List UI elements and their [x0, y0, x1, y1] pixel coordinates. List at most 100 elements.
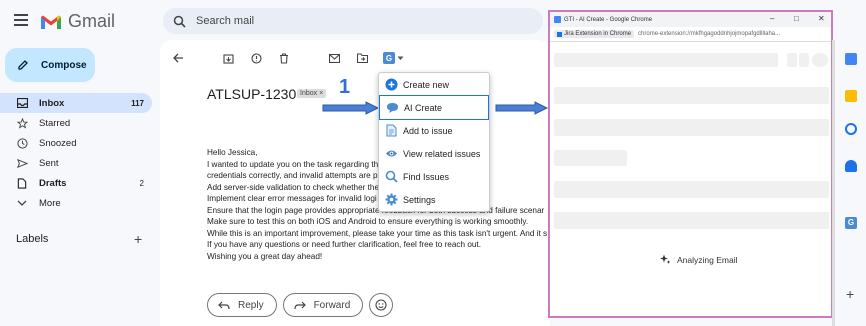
main-menu-icon[interactable]	[14, 14, 28, 26]
pencil-icon	[18, 60, 28, 70]
sidebar-item-sent[interactable]: Sent	[0, 153, 152, 173]
menu-item-label: Add to issue	[403, 125, 453, 136]
chrome-icon	[554, 16, 561, 23]
plus-circle-icon	[385, 78, 398, 91]
gear-icon	[385, 193, 398, 206]
emoji-reaction-button[interactable]	[369, 293, 394, 317]
eye-icon	[385, 147, 398, 160]
step-number: 1	[339, 76, 351, 98]
gti-logo-icon: G	[383, 52, 395, 64]
skeleton-bar	[554, 53, 778, 67]
reply-button[interactable]: Reply	[207, 293, 277, 317]
sidebar-item-label: Drafts	[39, 177, 67, 189]
sidebar-item-more[interactable]: More	[0, 193, 152, 213]
popup-title: GTI - AI Create - Google Chrome	[564, 16, 653, 23]
forward-icon	[293, 301, 306, 309]
extension-chip: Jira Extension in Chrome	[554, 30, 635, 38]
body-line: Make sure to test this on both iOS and A…	[207, 217, 529, 226]
menu-item-find-issues[interactable]: Find Issues	[379, 165, 489, 188]
star-icon	[16, 117, 28, 129]
skeleton-dot	[787, 53, 797, 67]
reply-icon	[218, 301, 230, 309]
smiley-icon	[375, 299, 387, 311]
chat-bubble-icon	[386, 101, 399, 114]
back-arrow-icon[interactable]	[172, 52, 184, 64]
search-bar[interactable]: Search mail	[163, 8, 543, 34]
address-url: chrome-extension://mkfhgagoddnhjojmopafg…	[638, 31, 781, 37]
scrollbar[interactable]	[832, 40, 835, 326]
search-icon	[385, 170, 398, 183]
sparkle-icon	[660, 254, 671, 264]
add-addon-icon[interactable]: +	[846, 286, 854, 302]
maximize-icon[interactable]: □	[794, 14, 799, 23]
skeleton-bar	[554, 119, 829, 136]
draft-icon	[16, 177, 28, 189]
drafts-count: 2	[139, 178, 144, 188]
annotation-arrow-left	[322, 101, 380, 115]
sidebar-item-label: More	[39, 197, 61, 209]
menu-item-label: Settings	[403, 194, 436, 205]
reply-actions: Reply Forward	[207, 293, 394, 317]
calendar-icon[interactable]	[845, 53, 857, 65]
menu-item-label: View related issues	[403, 148, 481, 159]
labels-heading: Labels	[16, 233, 49, 245]
keep-icon[interactable]	[845, 90, 857, 102]
menu-item-settings[interactable]: Settings	[379, 188, 489, 211]
sidebar-item-label: Sent	[39, 157, 59, 169]
annotation-arrow-right	[495, 101, 549, 115]
menu-item-add-to-issue[interactable]: Add to issue	[379, 119, 489, 142]
gti-addon-icon[interactable]: G	[845, 217, 857, 229]
add-label-icon[interactable]: +	[134, 231, 142, 247]
delete-icon[interactable]	[278, 52, 290, 64]
tasks-icon[interactable]	[845, 123, 857, 135]
app-name: Gmail	[68, 11, 116, 31]
chevron-down-icon	[16, 197, 28, 209]
mark-unread-icon[interactable]	[328, 52, 340, 64]
minimize-icon[interactable]: –	[770, 14, 774, 23]
archive-icon[interactable]	[222, 52, 234, 64]
move-to-icon[interactable]	[356, 52, 368, 64]
side-panel-rail: G	[836, 40, 866, 326]
gmail-m-icon	[41, 15, 61, 29]
menu-item-label: Create new	[403, 79, 450, 90]
menu-item-ai-create[interactable]: AI Create	[379, 95, 489, 120]
body-line: If you have any questions or need furthe…	[207, 240, 481, 249]
gti-dropdown-menu: Create new AI Create Add to issue View r…	[378, 72, 490, 212]
reply-label: Reply	[238, 299, 264, 311]
unread-count: 117	[131, 98, 144, 108]
search-icon[interactable]	[173, 15, 186, 28]
sidebar-item-starred[interactable]: Starred	[0, 113, 152, 133]
menu-item-label: AI Create	[404, 102, 443, 113]
inbox-label-badge[interactable]: Inbox ×	[297, 89, 327, 98]
gmail-logo[interactable]: Gmail	[40, 11, 115, 32]
sidebar-item-inbox[interactable]: Inbox 117	[0, 93, 152, 113]
sidebar-item-snoozed[interactable]: Snoozed	[0, 133, 152, 153]
menu-item-view-related[interactable]: View related issues	[379, 142, 489, 165]
skeleton-bar	[554, 212, 829, 229]
forward-button[interactable]: Forward	[282, 293, 364, 317]
puzzle-icon	[557, 31, 562, 37]
report-spam-icon[interactable]	[250, 52, 262, 64]
sidebar-nav: Inbox 117 Starred Snoozed Sent Drafts 2 …	[0, 93, 152, 213]
search-input[interactable]: Search mail	[196, 15, 254, 27]
sidebar-item-label: Snoozed	[39, 137, 77, 149]
contacts-icon[interactable]	[845, 160, 857, 172]
skeleton-dot	[812, 53, 828, 67]
sidebar-item-drafts[interactable]: Drafts 2	[0, 173, 152, 193]
menu-item-create-new[interactable]: Create new	[379, 73, 489, 96]
skeleton-bar	[554, 181, 829, 198]
compose-button[interactable]: Compose	[5, 48, 95, 82]
popup-address-bar[interactable]: Jira Extension in Chrome chrome-extensio…	[550, 27, 831, 42]
document-icon	[385, 124, 398, 137]
popup-titlebar: GTI - AI Create - Google Chrome – □ ✕	[550, 12, 831, 27]
gti-extension-button[interactable]: G	[383, 52, 404, 64]
clock-icon	[16, 137, 28, 149]
analyzing-status: Analyzing Email	[660, 254, 737, 265]
menu-item-label: Find Issues	[403, 171, 450, 182]
forward-label: Forward	[313, 299, 351, 311]
send-icon	[16, 157, 28, 169]
skeleton-dot	[799, 53, 809, 67]
body-line: Wishing you a great day ahead!	[207, 251, 323, 261]
compose-label: Compose	[41, 59, 87, 71]
close-icon[interactable]: ✕	[818, 14, 825, 23]
